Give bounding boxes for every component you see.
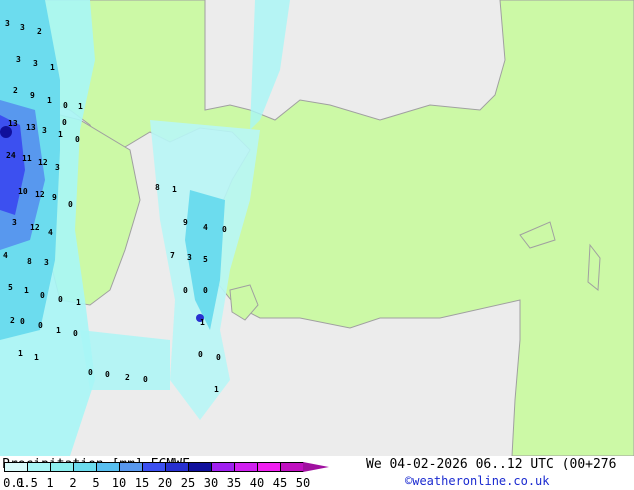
precip-value: 1 — [214, 385, 219, 394]
precip-value: 3 — [5, 19, 10, 28]
precip-value: 2 — [125, 373, 130, 382]
precip-value: 1 — [34, 353, 39, 362]
precip-value: 0 — [183, 286, 188, 295]
precip-value: 3 — [42, 126, 47, 135]
precip-value: 4 — [48, 228, 53, 237]
colorbar-label: 0.5 — [16, 476, 38, 490]
precip-value: 0 — [203, 286, 208, 295]
precip-value: 0 — [38, 321, 43, 330]
precip-value: 2 — [37, 27, 42, 36]
colorbar-swatch — [188, 462, 212, 472]
colorbar-swatch — [73, 462, 97, 472]
colorbar-swatch — [257, 462, 281, 472]
precip-value: 3 — [187, 253, 192, 262]
precip-value: 2 — [10, 316, 15, 325]
precip-value: 1 — [78, 102, 83, 111]
colorbar-label: 10 — [111, 476, 127, 490]
colorbar-label: 50 — [295, 476, 311, 490]
precip-value: 10 — [18, 187, 28, 196]
colorbar-swatch — [211, 462, 235, 472]
precip-value: 0 — [105, 370, 110, 379]
precip-value: 1 — [24, 286, 29, 295]
precip-value: 3 — [12, 218, 17, 227]
colorbar-label: 20 — [157, 476, 173, 490]
precip-value: 1 — [172, 185, 177, 194]
precipitation-map: 3 3 23 3 12910 1013 13 3 1024 11 12310 12 90312448 35… — [0, 0, 634, 456]
credit-link[interactable]: ©weatheronline.co.uk — [405, 474, 550, 488]
precip-value: 13 — [26, 123, 36, 132]
colorbar-swatch — [96, 462, 120, 472]
colorbar-label: 30 — [203, 476, 219, 490]
precip-value: 8 — [155, 183, 160, 192]
colorbar-swatch — [4, 462, 28, 472]
precip-value: 2 — [13, 86, 18, 95]
precip-value: 0 — [40, 291, 45, 300]
precip-value: 24 — [6, 151, 16, 160]
precip-value: 1 — [56, 326, 61, 335]
colorbar-label: 1 — [46, 476, 54, 490]
colorbar-swatch — [119, 462, 143, 472]
colorbar-label: 15 — [134, 476, 150, 490]
precip-value: 11 — [22, 154, 32, 163]
precip-value: 1 — [18, 349, 23, 358]
precip-value: 9 — [30, 91, 35, 100]
precip-value: 0 — [62, 118, 67, 127]
precip-value: 5 — [203, 255, 208, 264]
colorbar-label: 35 — [226, 476, 242, 490]
precip-value: 0 — [20, 317, 25, 326]
precip-value: 3 — [55, 163, 60, 172]
colorbar-label: 25 — [180, 476, 196, 490]
precip-value: 0 — [222, 225, 227, 234]
precip-value: 8 — [27, 257, 32, 266]
precip-value: 0 — [198, 350, 203, 359]
precip-value: 1 — [47, 96, 52, 105]
colorbar-swatch — [234, 462, 258, 472]
colorbar-label: 45 — [272, 476, 288, 490]
precip-value: 4 — [3, 251, 8, 260]
precip-value: 0 — [75, 135, 80, 144]
colorbar-swatch — [142, 462, 166, 472]
colorbar-swatch — [27, 462, 51, 472]
precip-value: 5 — [8, 283, 13, 292]
precip-value: 1 — [76, 298, 81, 307]
colorbar-label: 5 — [92, 476, 100, 490]
precip-value: 0 — [68, 200, 73, 209]
precip-value: 0 — [58, 295, 63, 304]
precip-value: 1 — [50, 63, 55, 72]
precip-value: 9 — [183, 218, 188, 227]
precip-value: 1 — [200, 318, 205, 327]
colorbar-swatch — [165, 462, 189, 472]
precip-value: 12 — [38, 158, 48, 167]
precip-value: 0 — [143, 375, 148, 384]
precip-value: 0 — [63, 101, 68, 110]
precip-value: 7 — [170, 251, 175, 260]
precip-value: 3 — [20, 23, 25, 32]
colorbar-label: 40 — [249, 476, 265, 490]
precip-value: 12 — [35, 190, 45, 199]
precip-value: 9 — [52, 193, 57, 202]
precip-value: 0 — [216, 353, 221, 362]
precip-value: 1 — [58, 130, 63, 139]
precip-value: 0 — [88, 368, 93, 377]
precip-value: 4 — [203, 223, 208, 232]
colorbar-swatch — [50, 462, 74, 472]
precip-value: 13 — [8, 119, 18, 128]
colorbar-label: 2 — [69, 476, 77, 490]
colorbar-overflow-arrow — [303, 462, 329, 472]
valid-datetime: We 04-02-2026 06..12 UTC (00+276 — [366, 457, 617, 472]
precip-value: 0 — [73, 329, 78, 338]
precip-value: 12 — [30, 223, 40, 232]
precip-value: 3 — [44, 258, 49, 267]
precip-value: 3 — [33, 59, 38, 68]
precip-value: 3 — [16, 55, 21, 64]
colorbar-swatch — [280, 462, 304, 472]
